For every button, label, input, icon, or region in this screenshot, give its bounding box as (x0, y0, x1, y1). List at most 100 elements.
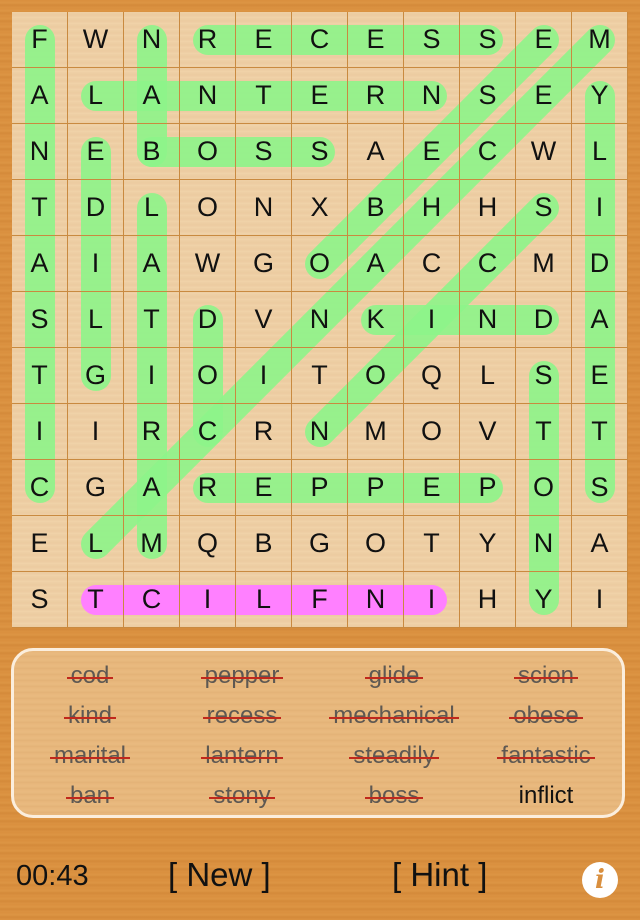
grid-cell[interactable]: B (124, 124, 180, 180)
grid-cell[interactable]: W (68, 12, 124, 68)
grid-cell[interactable]: E (572, 348, 628, 404)
grid-cell[interactable]: M (348, 404, 404, 460)
grid-cell[interactable]: Y (460, 516, 516, 572)
grid-cell[interactable]: S (572, 460, 628, 516)
grid-cell[interactable]: A (572, 516, 628, 572)
grid-cell[interactable]: E (516, 12, 572, 68)
grid-cell[interactable]: I (404, 292, 460, 348)
grid-cell[interactable]: T (236, 68, 292, 124)
grid-cell[interactable]: I (180, 572, 236, 628)
grid-cell[interactable]: E (516, 68, 572, 124)
grid-cell[interactable]: V (460, 404, 516, 460)
grid-cell[interactable]: L (460, 348, 516, 404)
grid-cell[interactable]: M (572, 12, 628, 68)
grid-cell[interactable]: A (12, 68, 68, 124)
grid-cell[interactable]: N (124, 12, 180, 68)
grid-cell[interactable]: O (516, 460, 572, 516)
grid-cell[interactable]: Y (516, 572, 572, 628)
grid-cell[interactable]: S (460, 12, 516, 68)
grid-cell[interactable]: R (180, 12, 236, 68)
grid-cell[interactable]: Y (572, 68, 628, 124)
grid-cell[interactable]: V (236, 292, 292, 348)
new-game-button[interactable]: [ New ] (168, 856, 271, 894)
grid-cell[interactable]: O (180, 124, 236, 180)
grid-cell[interactable]: E (68, 124, 124, 180)
grid-cell[interactable]: W (516, 124, 572, 180)
grid-cell[interactable]: R (124, 404, 180, 460)
grid-cell[interactable]: H (460, 572, 516, 628)
grid-cell[interactable]: Q (180, 516, 236, 572)
grid-cell[interactable]: T (124, 292, 180, 348)
grid-cell[interactable]: C (460, 124, 516, 180)
grid-cell[interactable]: R (236, 404, 292, 460)
grid-cell[interactable]: C (12, 460, 68, 516)
grid-cell[interactable]: L (124, 180, 180, 236)
grid-cell[interactable]: F (12, 12, 68, 68)
grid-cell[interactable]: P (348, 460, 404, 516)
grid-cell[interactable]: P (460, 460, 516, 516)
grid-cell[interactable]: D (572, 236, 628, 292)
letter-grid[interactable]: FWNRECESSEMALANTERNSEYNEBOSSAECWLTDLONXB… (12, 12, 628, 628)
grid-cell[interactable]: S (404, 12, 460, 68)
grid-cell[interactable]: K (348, 292, 404, 348)
grid-cell[interactable]: R (180, 460, 236, 516)
grid-cell[interactable]: I (12, 404, 68, 460)
grid-cell[interactable]: E (404, 460, 460, 516)
grid-cell[interactable]: N (348, 572, 404, 628)
grid-cell[interactable]: H (404, 180, 460, 236)
grid-cell[interactable]: O (404, 404, 460, 460)
grid-cell[interactable]: L (68, 292, 124, 348)
grid-cell[interactable]: L (68, 68, 124, 124)
grid-cell[interactable]: A (124, 236, 180, 292)
grid-cell[interactable]: G (292, 516, 348, 572)
grid-cell[interactable]: C (180, 404, 236, 460)
grid-cell[interactable]: M (124, 516, 180, 572)
grid-cell[interactable]: D (68, 180, 124, 236)
grid-cell[interactable]: E (236, 460, 292, 516)
hint-button[interactable]: [ Hint ] (392, 856, 487, 894)
grid-cell[interactable]: T (572, 404, 628, 460)
grid-cell[interactable]: L (236, 572, 292, 628)
grid-cell[interactable]: I (124, 348, 180, 404)
grid-cell[interactable]: B (348, 180, 404, 236)
grid-cell[interactable]: N (404, 68, 460, 124)
grid-cell[interactable]: G (68, 460, 124, 516)
grid-cell[interactable]: C (292, 12, 348, 68)
grid-cell[interactable]: A (572, 292, 628, 348)
grid-cell[interactable]: O (348, 516, 404, 572)
grid-cell[interactable]: T (516, 404, 572, 460)
grid-cell[interactable]: A (12, 236, 68, 292)
grid-cell[interactable]: N (292, 292, 348, 348)
grid-cell[interactable]: N (516, 516, 572, 572)
grid-cell[interactable]: I (68, 404, 124, 460)
grid-cell[interactable]: D (516, 292, 572, 348)
grid-cell[interactable]: T (292, 348, 348, 404)
grid-cell[interactable]: P (292, 460, 348, 516)
grid-cell[interactable]: E (292, 68, 348, 124)
grid-cell[interactable]: N (460, 292, 516, 348)
grid-cell[interactable]: M (516, 236, 572, 292)
grid-cell[interactable]: X (292, 180, 348, 236)
grid-cell[interactable]: N (12, 124, 68, 180)
grid-cell[interactable]: A (124, 68, 180, 124)
grid-cell[interactable]: C (460, 236, 516, 292)
grid-cell[interactable]: B (236, 516, 292, 572)
grid-cell[interactable]: E (12, 516, 68, 572)
grid-cell[interactable]: I (572, 572, 628, 628)
grid-cell[interactable]: T (12, 180, 68, 236)
grid-cell[interactable]: E (236, 12, 292, 68)
grid-cell[interactable]: S (460, 68, 516, 124)
grid-cell[interactable]: G (68, 348, 124, 404)
info-icon[interactable]: i (582, 862, 618, 898)
grid-cell[interactable]: C (404, 236, 460, 292)
grid-cell[interactable]: O (292, 236, 348, 292)
grid-cell[interactable]: S (12, 292, 68, 348)
grid-cell[interactable]: G (236, 236, 292, 292)
grid-cell[interactable]: O (180, 348, 236, 404)
grid-cell[interactable]: Q (404, 348, 460, 404)
grid-cell[interactable]: L (68, 516, 124, 572)
grid-cell[interactable]: S (516, 180, 572, 236)
grid-cell[interactable]: I (236, 348, 292, 404)
grid-cell[interactable]: S (12, 572, 68, 628)
grid-cell[interactable]: I (572, 180, 628, 236)
